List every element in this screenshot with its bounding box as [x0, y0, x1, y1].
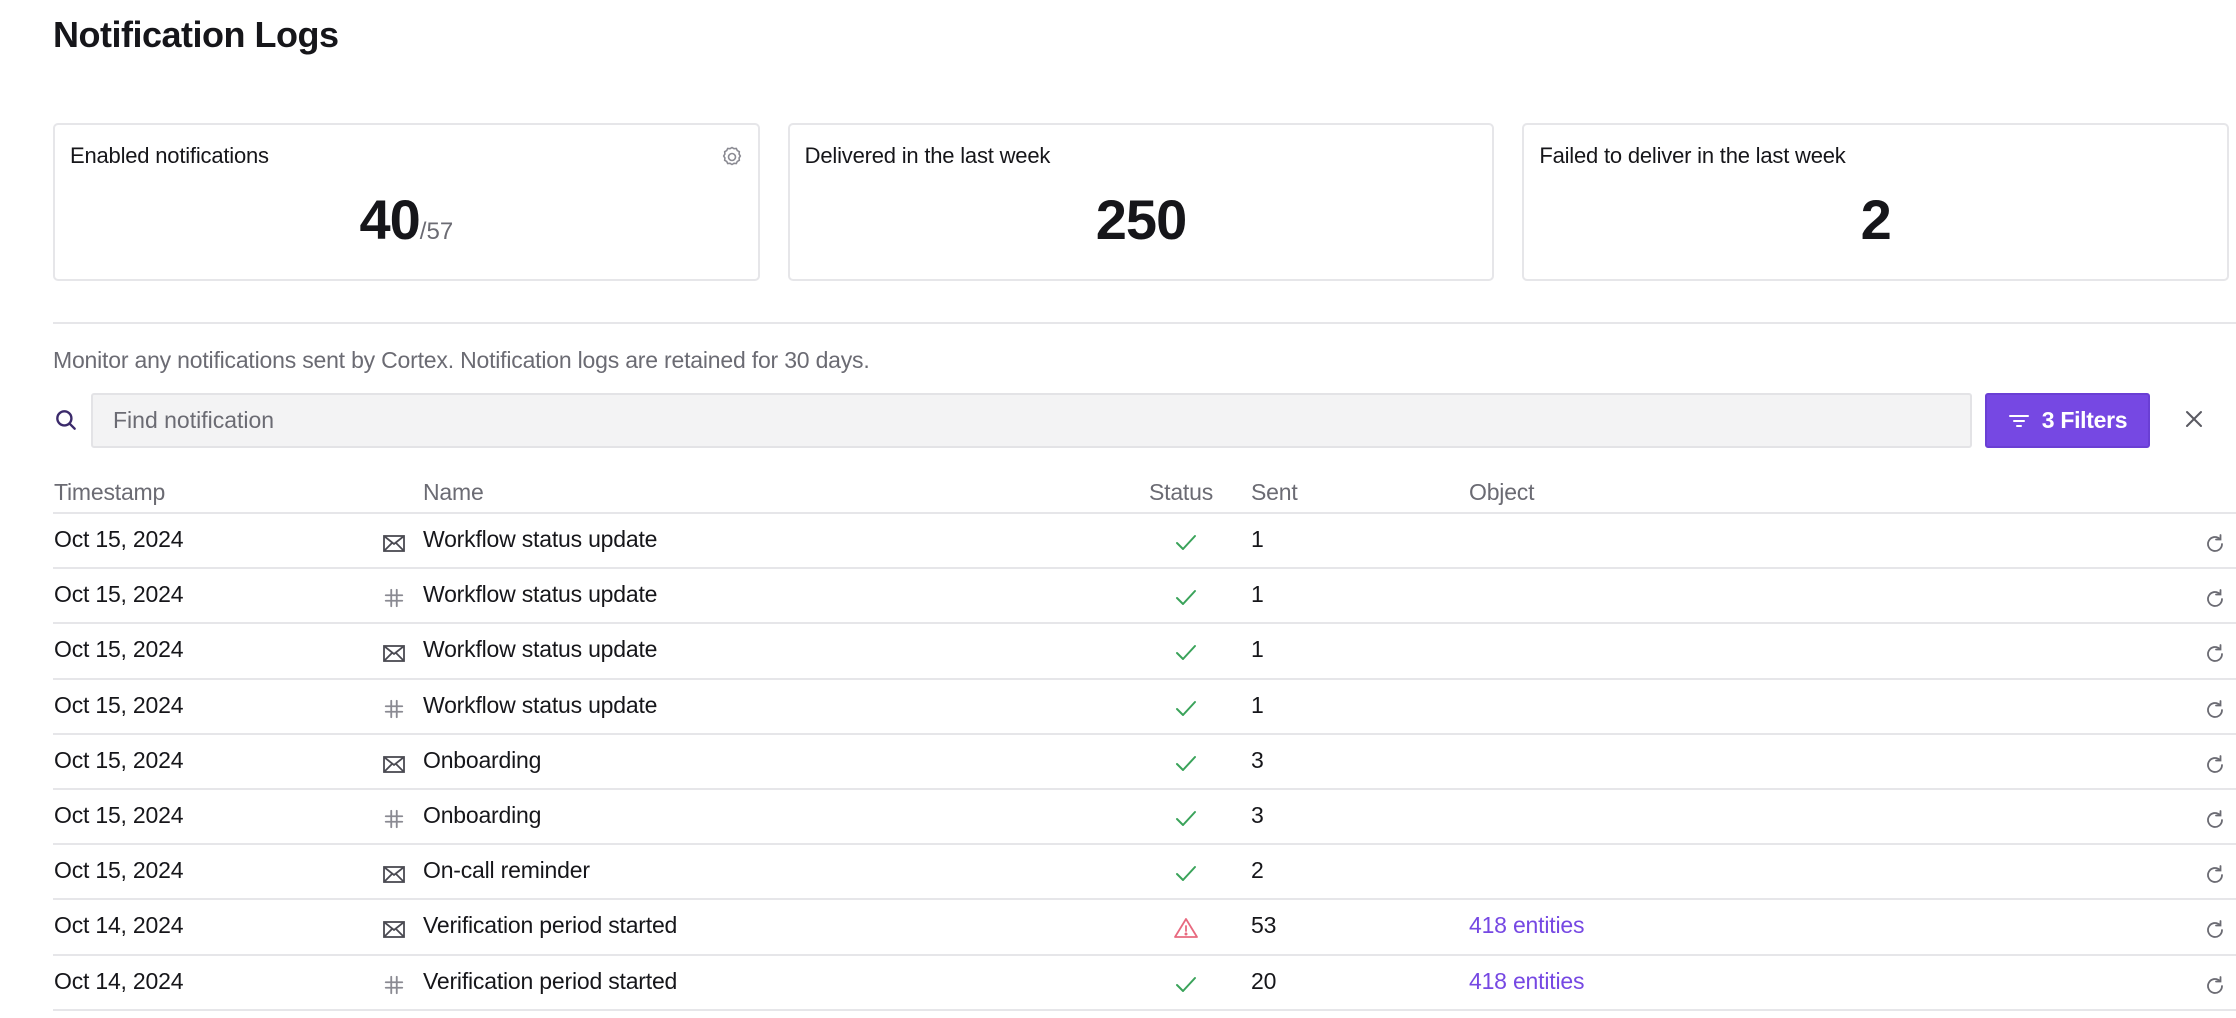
filters-label: 3 Filters	[2041, 407, 2128, 433]
sent-cell: 2	[1251, 857, 1264, 884]
sent-cell: 1	[1251, 581, 1264, 608]
clear-filters-button[interactable]	[2178, 403, 2210, 435]
failed-card: Failed to deliver in the last week 2	[1522, 123, 2230, 281]
email-icon	[382, 642, 406, 664]
name-cell: Verification period started	[423, 912, 678, 939]
email-icon	[382, 863, 406, 885]
table-body: Oct 15, 2024 Workflow status update 1 Oc…	[53, 514, 2236, 1011]
check-icon	[1173, 972, 1199, 996]
check-icon	[1173, 751, 1199, 775]
table-row[interactable]: Oct 14, 2024 Verification period started…	[53, 956, 2236, 1011]
slack-icon	[382, 808, 406, 830]
timestamp-cell: Oct 15, 2024	[54, 526, 184, 552]
timestamp-cell: Oct 15, 2024	[54, 801, 184, 828]
section-divider	[53, 322, 2236, 324]
name-cell: Workflow status update	[423, 526, 658, 552]
table-row[interactable]: Oct 15, 2024 Onboarding 3	[53, 735, 2236, 790]
card-value: 2	[1860, 188, 1892, 251]
card-label: Failed to deliver in the last week	[1539, 143, 1846, 168]
check-icon	[1173, 861, 1199, 885]
filter-icon	[2008, 414, 2029, 427]
check-icon	[1173, 696, 1199, 720]
object-cell: 418 entities	[1469, 968, 1584, 995]
stats-cards: Enabled notifications 40/57 Delivered in…	[53, 123, 2230, 281]
retry-icon[interactable]	[2203, 532, 2227, 556]
object-link[interactable]: 418 entities	[1469, 968, 1584, 994]
retry-icon[interactable]	[2203, 642, 2227, 666]
table-header: Timestamp Name Status Sent Object	[53, 477, 2236, 514]
timestamp-cell: Oct 15, 2024	[54, 581, 184, 608]
table-row[interactable]: Oct 15, 2024 Workflow status update 1	[53, 624, 2236, 680]
table-row[interactable]: Oct 15, 2024 Workflow status update 1	[53, 680, 2236, 735]
name-cell: Workflow status update	[423, 636, 658, 663]
retry-icon[interactable]	[2203, 587, 2227, 611]
name-cell: On-call reminder	[423, 857, 590, 884]
table-row[interactable]: Oct 15, 2024 On-call reminder 2	[53, 845, 2236, 901]
gear-icon[interactable]	[720, 145, 744, 169]
email-icon	[382, 532, 406, 554]
retry-icon[interactable]	[2203, 808, 2227, 832]
check-icon	[1173, 585, 1199, 609]
timestamp-cell: Oct 15, 2024	[54, 857, 184, 884]
timestamp-cell: Oct 15, 2024	[54, 636, 184, 663]
slack-icon	[382, 698, 406, 720]
name-cell: Workflow status update	[423, 691, 658, 718]
table-row[interactable]: Oct 15, 2024 Workflow status update 1	[53, 569, 2236, 625]
email-icon	[382, 918, 406, 940]
object-link[interactable]: 418 entities	[1469, 912, 1584, 938]
sent-cell: 1	[1251, 636, 1264, 663]
name-cell: Workflow status update	[423, 581, 658, 608]
enabled-count: 40	[359, 188, 421, 251]
sent-cell: 3	[1251, 801, 1264, 828]
retry-icon[interactable]	[2203, 918, 2227, 942]
retry-icon[interactable]	[2203, 698, 2227, 722]
sent-cell: 20	[1251, 967, 1277, 994]
card-value: 250	[1095, 188, 1187, 251]
column-header-timestamp[interactable]: Timestamp	[54, 479, 165, 506]
sent-cell: 1	[1251, 526, 1264, 552]
sent-cell: 1	[1251, 691, 1264, 718]
table-row[interactable]: Oct 15, 2024 Workflow status update 1	[53, 514, 2236, 570]
column-header-name[interactable]: Name	[423, 479, 484, 506]
column-header-status[interactable]: Status	[1149, 479, 1213, 506]
object-cell: 418 entities	[1469, 912, 1584, 939]
card-label: Enabled notifications	[70, 143, 269, 168]
close-icon	[2186, 411, 2202, 427]
check-icon	[1173, 806, 1199, 830]
filters-button[interactable]: 3 Filters	[1985, 393, 2150, 448]
search-icon	[53, 407, 79, 433]
name-cell: Onboarding	[423, 746, 542, 773]
retry-icon[interactable]	[2203, 863, 2227, 887]
table-row[interactable]: Oct 14, 2024 Verification period started…	[53, 900, 2236, 956]
slack-icon	[382, 587, 406, 609]
email-icon	[382, 753, 406, 775]
card-label: Delivered in the last week	[804, 143, 1051, 168]
check-icon	[1173, 640, 1199, 664]
slack-icon	[382, 974, 406, 996]
name-cell: Verification period started	[423, 967, 678, 994]
timestamp-cell: Oct 15, 2024	[54, 746, 184, 773]
notification-logs-table: Timestamp Name Status Sent Object Oct 15…	[53, 477, 2236, 1011]
column-header-object[interactable]: Object	[1469, 479, 1534, 506]
check-icon	[1173, 530, 1199, 554]
page-title: Notification Logs	[53, 14, 339, 55]
page-description: Monitor any notifications sent by Cortex…	[53, 347, 870, 373]
name-cell: Onboarding	[423, 801, 542, 828]
enabled-notifications-card: Enabled notifications 40/57	[53, 123, 760, 281]
column-header-sent[interactable]: Sent	[1251, 479, 1298, 506]
delivered-card: Delivered in the last week 250	[787, 123, 1495, 281]
timestamp-cell: Oct 14, 2024	[54, 967, 184, 994]
total-count: /57	[419, 218, 454, 245]
timestamp-cell: Oct 14, 2024	[54, 912, 184, 939]
card-value: 40/57	[55, 187, 758, 252]
table-row[interactable]: Oct 15, 2024 Onboarding 3	[53, 790, 2236, 846]
sent-cell: 53	[1251, 912, 1277, 939]
sent-cell: 3	[1251, 746, 1264, 773]
search-input[interactable]	[91, 393, 1972, 448]
timestamp-cell: Oct 15, 2024	[54, 691, 184, 718]
warning-icon	[1173, 916, 1199, 940]
retry-icon[interactable]	[2203, 974, 2227, 998]
retry-icon[interactable]	[2203, 753, 2227, 777]
